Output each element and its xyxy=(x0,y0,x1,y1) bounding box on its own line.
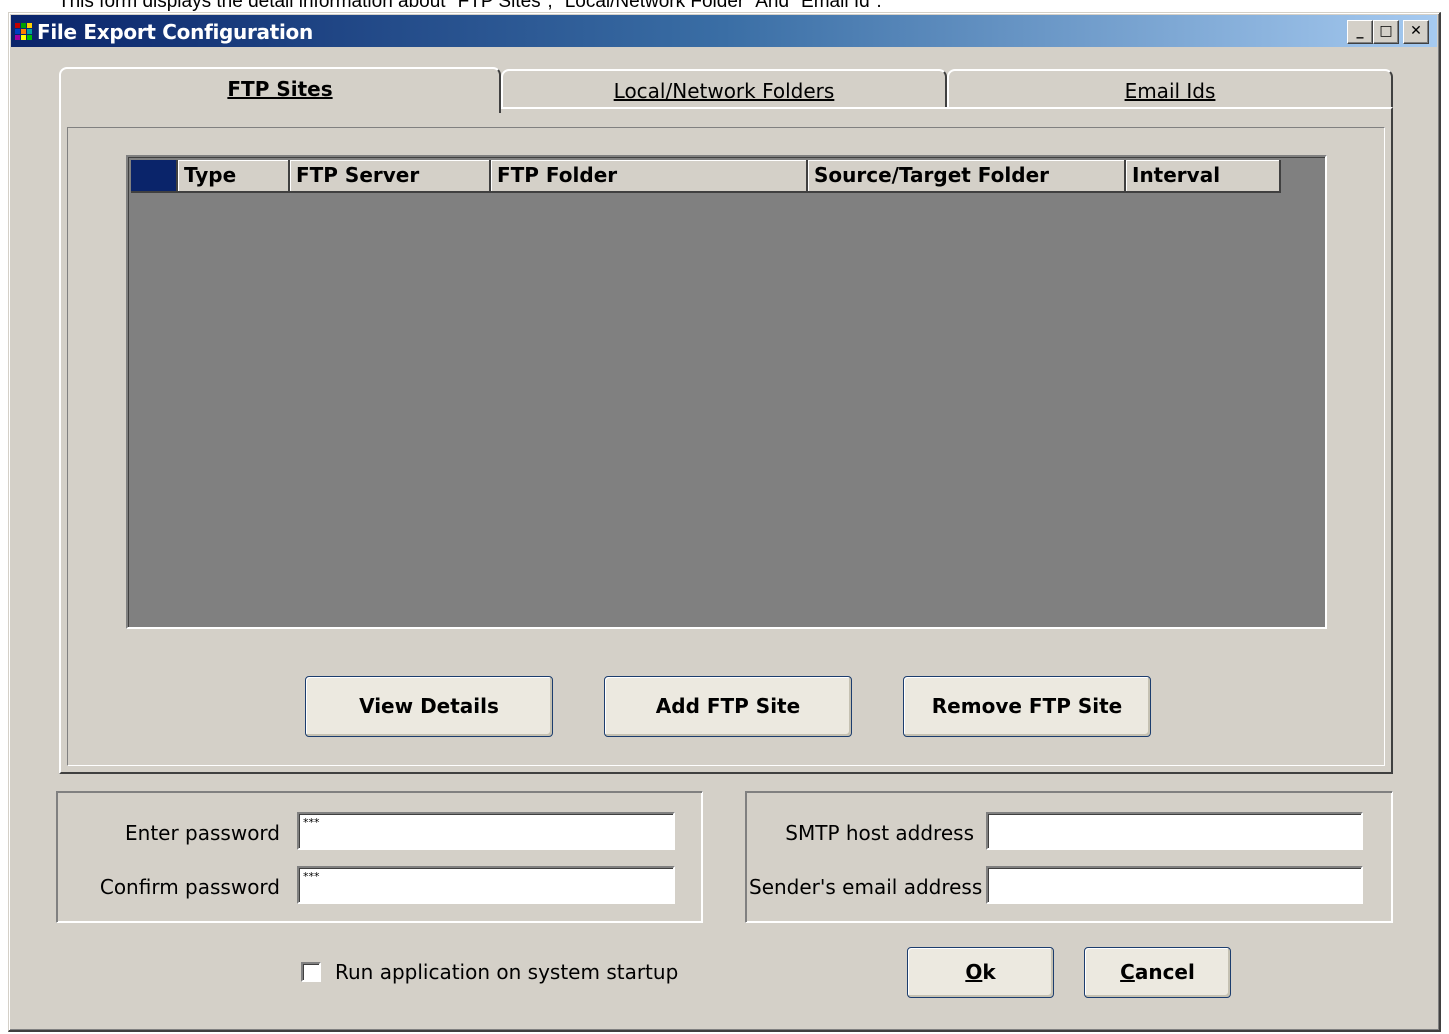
maximize-icon: □ xyxy=(1379,23,1393,39)
column-header-ftp-folder[interactable]: FTP Folder xyxy=(491,160,808,193)
grid-header-row: Type FTP Server FTP Folder Source/Target… xyxy=(131,160,1281,193)
ftp-sites-panel: Type FTP Server FTP Folder Source/Target… xyxy=(59,107,1393,774)
tab-email-ids-label: Email Ids xyxy=(1124,79,1216,103)
ok-button[interactable]: Ok xyxy=(907,947,1054,998)
ok-mnemonic: O xyxy=(965,960,983,984)
smtp-host-field[interactable] xyxy=(986,812,1363,850)
enter-password-label: Enter password xyxy=(125,821,280,845)
column-header-interval[interactable]: Interval xyxy=(1126,160,1281,193)
startup-checkbox[interactable] xyxy=(301,962,321,982)
smtp-host-label: SMTP host address xyxy=(785,821,974,845)
minimize-icon: _ xyxy=(1356,23,1364,39)
tab-local-network-folders[interactable]: Local/Network Folders xyxy=(501,69,947,109)
cancel-label-rest: ancel xyxy=(1134,960,1195,984)
page-caption: This form displays the detail informatio… xyxy=(58,0,882,12)
add-ftp-site-button[interactable]: Add FTP Site xyxy=(604,676,852,737)
minimize-button[interactable]: _ xyxy=(1347,20,1373,44)
confirm-password-field[interactable]: *** xyxy=(297,866,675,904)
window-title: File Export Configuration xyxy=(37,20,313,44)
tab-ftp-sites-label: FTP Sites xyxy=(227,77,333,101)
tab-local-network-folders-label: Local/Network Folders xyxy=(613,79,835,103)
enter-password-field[interactable]: *** xyxy=(297,812,675,850)
close-button[interactable]: ✕ xyxy=(1403,20,1429,44)
app-icon xyxy=(15,23,32,40)
view-details-button[interactable]: View Details xyxy=(305,676,553,737)
cancel-mnemonic: C xyxy=(1120,960,1135,984)
title-bar[interactable]: File Export Configuration _ □ ✕ xyxy=(11,15,1437,47)
grid-row-selector-header[interactable] xyxy=(131,160,178,193)
column-header-source-target-folder[interactable]: Source/Target Folder xyxy=(808,160,1126,193)
startup-checkbox-label[interactable]: Run application on system startup xyxy=(335,960,678,984)
close-icon: ✕ xyxy=(1410,23,1422,39)
tab-email-ids[interactable]: Email Ids xyxy=(947,69,1393,109)
sender-email-field[interactable] xyxy=(986,866,1363,904)
sender-email-label: Sender's email address xyxy=(749,875,983,899)
column-header-type[interactable]: Type xyxy=(178,160,290,193)
tab-ftp-sites[interactable]: FTP Sites xyxy=(59,67,501,113)
column-header-ftp-server[interactable]: FTP Server xyxy=(290,160,491,193)
ftp-sites-grid[interactable]: Type FTP Server FTP Folder Source/Target… xyxy=(126,155,1327,629)
cancel-button[interactable]: Cancel xyxy=(1084,947,1231,998)
remove-ftp-site-button[interactable]: Remove FTP Site xyxy=(903,676,1151,737)
file-export-dialog: File Export Configuration _ □ ✕ FTP Site… xyxy=(8,12,1441,1032)
maximize-button[interactable]: □ xyxy=(1373,20,1399,44)
ok-label-rest: k xyxy=(982,960,996,984)
confirm-password-label: Confirm password xyxy=(99,875,280,899)
